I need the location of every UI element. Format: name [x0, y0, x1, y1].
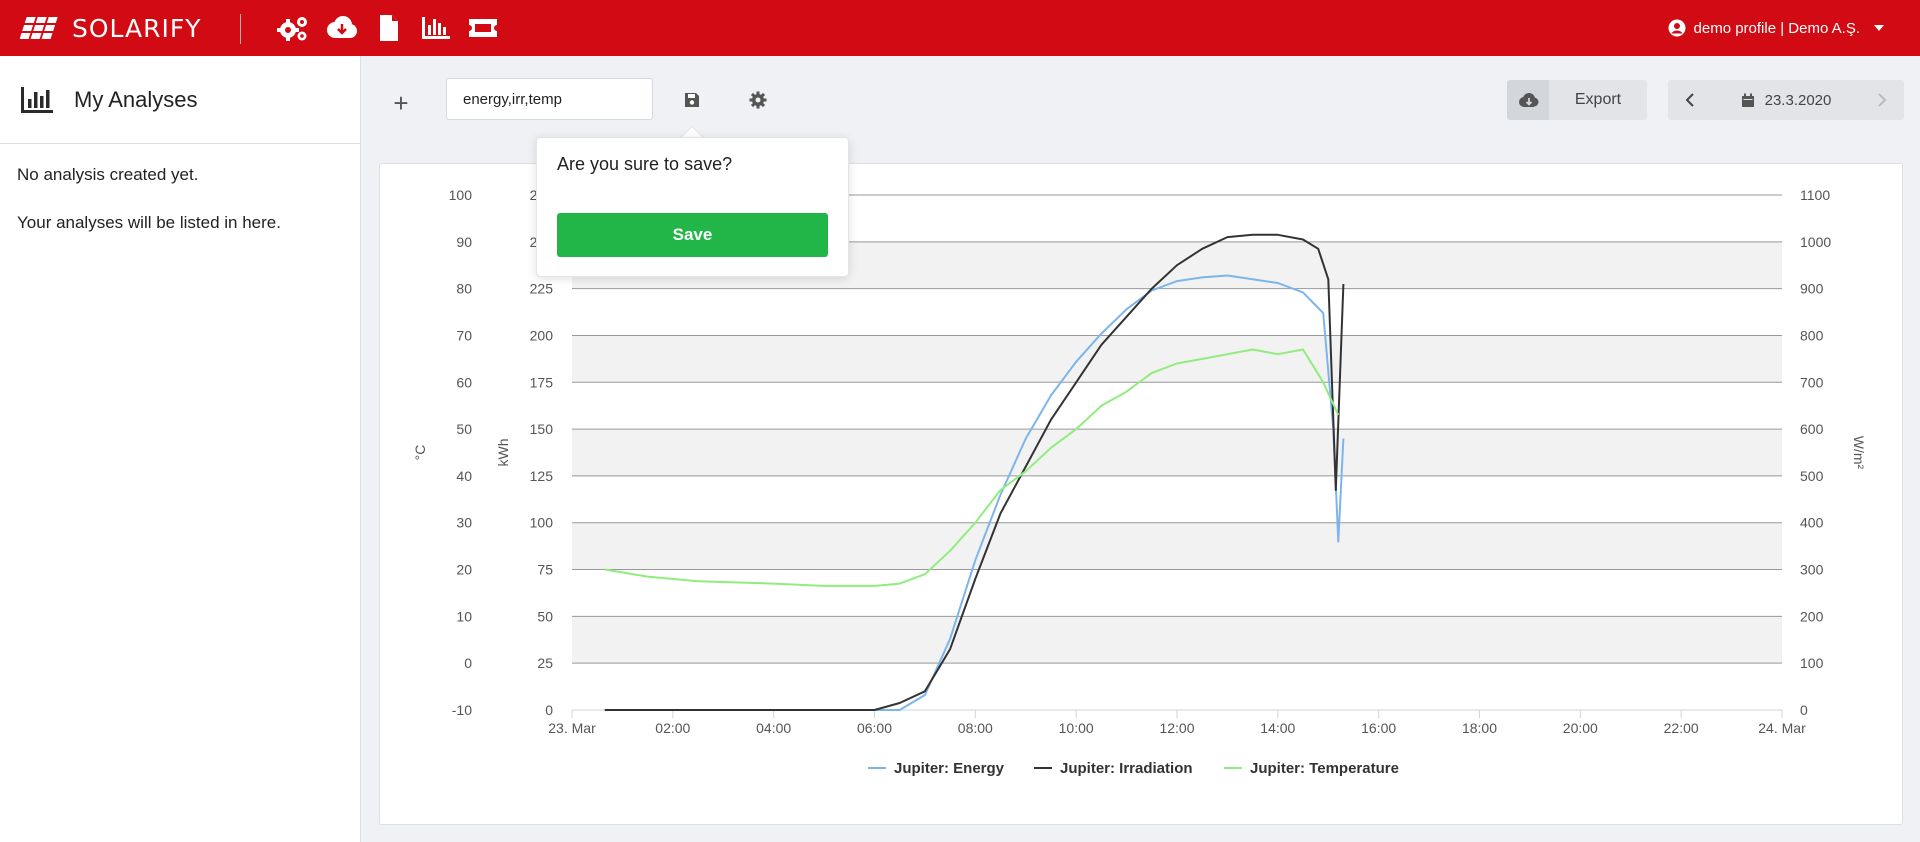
cloud-download-icon[interactable]	[323, 12, 359, 44]
x-axis-tick-label: 24. Mar	[1758, 720, 1806, 736]
export-button[interactable]: Export	[1507, 80, 1647, 120]
irradiation-axis-tick-label: 900	[1800, 281, 1824, 297]
energy-axis-title: kWh	[495, 439, 511, 467]
energy-axis-tick-label: 175	[530, 374, 554, 390]
irradiation-axis-tick-label: 400	[1800, 515, 1824, 531]
temp-axis-tick-label: 20	[456, 562, 472, 578]
sidebar-header: My Analyses	[0, 56, 360, 144]
temp-axis-tick-label: 10	[456, 608, 472, 624]
irradiation-axis-tick-label: 500	[1800, 468, 1824, 484]
energy-axis-tick-label: 200	[530, 327, 554, 343]
solar-panel-logo-icon	[20, 17, 58, 39]
irradiation-axis-tick-label: 600	[1800, 421, 1824, 437]
irradiation-axis-tick-label: 800	[1800, 327, 1824, 343]
profile-label: demo profile | Demo A.Ş.	[1693, 19, 1860, 37]
irradiation-axis-title: W/m²	[1851, 436, 1867, 470]
energy-axis-tick-label: 225	[530, 281, 554, 297]
popover-title: Are you sure to save?	[557, 154, 733, 174]
legend-item-label: Jupiter: Energy	[894, 760, 1005, 777]
analysis-name-input[interactable]	[446, 78, 653, 120]
calendar-icon	[1741, 93, 1754, 107]
energy-axis-tick-label: 50	[537, 608, 553, 624]
energy-axis-tick-label: 125	[530, 468, 554, 484]
brand-name: SOLARIFY	[72, 13, 202, 43]
energy-axis-tick-label: 75	[537, 562, 553, 578]
energy-axis-tick-label: 150	[530, 421, 554, 437]
irradiation-axis-tick-label: 200	[1800, 608, 1824, 624]
save-icon[interactable]	[680, 88, 704, 112]
temp-axis-tick-label: -10	[452, 702, 472, 718]
irradiation-axis-tick-label: 100	[1800, 655, 1824, 671]
export-label: Export	[1549, 80, 1647, 120]
analyses-sidebar: My Analyses No analysis created yet. You…	[0, 56, 361, 842]
temp-axis-tick-label: 100	[449, 187, 473, 203]
legend-item-label: Jupiter: Temperature	[1250, 760, 1399, 777]
save-confirmation-popover: Are you sure to save? Save	[536, 137, 849, 277]
temp-axis-tick-label: 0	[464, 655, 472, 671]
topbar-divider	[240, 14, 241, 44]
previous-day-button[interactable]	[1668, 80, 1712, 120]
x-axis-tick-label: 23. Mar	[548, 720, 596, 736]
chevron-down-icon	[1874, 25, 1884, 31]
temp-axis-tick-label: 70	[456, 327, 472, 343]
date-label: 23.3.2020	[1764, 91, 1832, 109]
sidebar-title: My Analyses	[74, 86, 198, 112]
temp-axis-tick-label: 90	[456, 234, 472, 250]
settings-cogs-icon[interactable]	[275, 12, 311, 44]
x-axis-tick-label: 04:00	[756, 720, 791, 736]
legend-item-label: Jupiter: Irradiation	[1060, 760, 1193, 777]
temp-axis-title: °C	[412, 445, 428, 461]
cloud-download-icon	[1507, 80, 1549, 120]
x-axis-tick-label: 02:00	[655, 720, 690, 736]
date-navigator: 23.3.2020	[1668, 80, 1904, 120]
bar-chart-icon[interactable]	[418, 12, 454, 44]
plot-band	[572, 335, 1782, 383]
temp-axis-tick-label: 80	[456, 281, 472, 297]
irradiation-axis-tick-label: 1000	[1800, 234, 1831, 250]
temp-axis-tick-label: 60	[456, 374, 472, 390]
energy-axis-tick-label: 0	[545, 702, 553, 718]
x-axis-tick-label: 08:00	[958, 720, 993, 736]
empty-analyses-message: No analysis created yet. Your analyses w…	[0, 144, 360, 280]
plot-band	[572, 522, 1782, 570]
add-analysis-button[interactable]: +	[386, 88, 416, 118]
chevron-right-icon	[1878, 93, 1887, 107]
x-axis-tick-label: 18:00	[1462, 720, 1497, 736]
irradiation-axis-tick-label: 700	[1800, 374, 1824, 390]
user-circle-icon	[1668, 19, 1686, 37]
gear-icon[interactable]	[746, 88, 770, 112]
irradiation-axis-tick-label: 0	[1800, 702, 1808, 718]
temp-axis-tick-label: 50	[456, 421, 472, 437]
x-axis-tick-label: 10:00	[1059, 720, 1094, 736]
x-axis-tick-label: 14:00	[1260, 720, 1295, 736]
top-navigation-bar: SOLARIFY demo profile | Demo A.Ş.	[0, 0, 1920, 56]
irradiation-axis-tick-label: 1100	[1800, 187, 1830, 203]
date-picker[interactable]: 23.3.2020	[1712, 92, 1860, 109]
plot-band	[572, 616, 1782, 664]
temp-axis-tick-label: 40	[456, 468, 472, 484]
energy-axis-tick-label: 100	[530, 515, 554, 531]
next-day-button[interactable]	[1860, 80, 1904, 120]
ticket-icon[interactable]	[465, 12, 501, 44]
plot-band	[572, 429, 1782, 476]
empty-line-1: No analysis created yet.	[17, 165, 199, 184]
x-axis-tick-label: 12:00	[1159, 720, 1194, 736]
temp-axis-tick-label: 30	[456, 515, 472, 531]
irradiation-axis-tick-label: 300	[1800, 562, 1824, 578]
confirm-save-button[interactable]: Save	[557, 213, 828, 257]
brand-logo[interactable]: SOLARIFY	[20, 12, 202, 44]
chevron-left-icon	[1685, 93, 1694, 107]
bar-chart-icon	[21, 86, 53, 113]
x-axis-tick-label: 20:00	[1563, 720, 1598, 736]
profile-menu[interactable]: demo profile | Demo A.Ş.	[1668, 16, 1884, 40]
x-axis-tick-label: 22:00	[1664, 720, 1699, 736]
x-axis-tick-label: 06:00	[857, 720, 892, 736]
energy-axis-tick-label: 25	[537, 655, 553, 671]
x-axis-tick-label: 16:00	[1361, 720, 1396, 736]
document-icon[interactable]	[371, 12, 407, 44]
empty-line-2: Your analyses will be listed in here.	[17, 213, 281, 232]
